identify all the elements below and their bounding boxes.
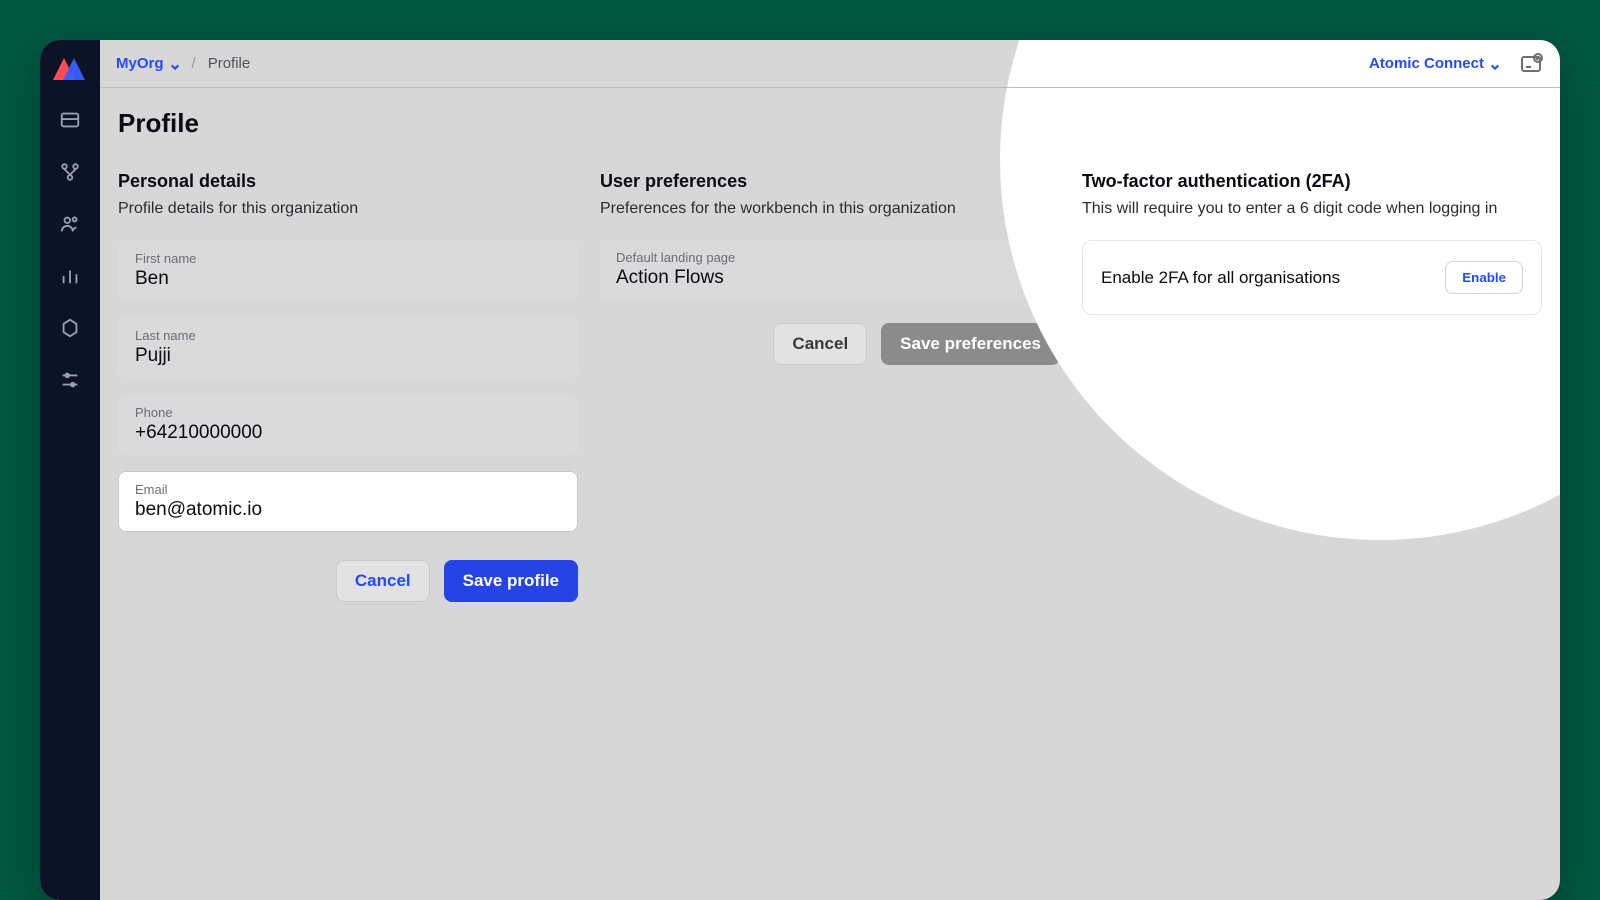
personal-details-subheading: Profile details for this organization	[118, 200, 578, 218]
field-label: Default landing page	[616, 250, 1016, 265]
analytics-icon[interactable]	[58, 264, 82, 288]
save-profile-button[interactable]: Save profile	[444, 560, 578, 602]
field-value: ben@atomic.io	[135, 497, 561, 521]
field-value: Ben	[135, 266, 561, 290]
page-title: Profile	[100, 108, 1560, 153]
personal-details-heading: Personal details	[118, 171, 578, 192]
people-icon[interactable]	[58, 212, 82, 236]
nav-rail	[40, 40, 100, 900]
chevron-down-icon	[1490, 59, 1500, 69]
field-value: Pujji	[135, 343, 561, 367]
cancel-profile-button[interactable]: Cancel	[336, 560, 430, 602]
breadcrumb-separator: /	[192, 55, 196, 72]
org-picker-label: MyOrg	[116, 55, 164, 72]
breadcrumb-page: Profile	[208, 55, 251, 72]
field-label: Email	[135, 482, 561, 497]
two-factor-auth-section: Two-factor authentication (2FA) This wil…	[1082, 171, 1542, 602]
org-picker[interactable]: MyOrg	[116, 55, 180, 72]
last-name-field[interactable]: Last name Pujji	[118, 317, 578, 378]
email-field[interactable]: Email ben@atomic.io	[118, 471, 578, 532]
cards-icon[interactable]	[58, 108, 82, 132]
field-label: Last name	[135, 328, 561, 343]
environment-picker[interactable]: Atomic Connect	[1369, 55, 1500, 72]
cancel-preferences-button[interactable]: Cancel	[773, 323, 867, 365]
field-label: Phone	[135, 405, 561, 420]
user-preferences-subheading: Preferences for the workbench in this or…	[600, 200, 1060, 218]
tasks-tray-icon[interactable]	[1518, 51, 1544, 77]
user-preferences-heading: User preferences	[600, 171, 1060, 192]
tfa-card-label: Enable 2FA for all organisations	[1101, 268, 1340, 288]
chevron-down-icon	[170, 59, 180, 69]
enable-2fa-button[interactable]: Enable	[1445, 261, 1523, 294]
tfa-subheading: This will require you to enter a 6 digit…	[1082, 200, 1542, 218]
app-window: MyOrg / Profile Atomic Connect	[40, 40, 1560, 900]
phone-field[interactable]: Phone +64210000000	[118, 394, 578, 455]
default-landing-page-select[interactable]: Default landing page Action Flows	[600, 240, 1060, 299]
field-label: First name	[135, 251, 561, 266]
save-preferences-button[interactable]: Save preferences	[881, 323, 1060, 365]
field-value: +64210000000	[135, 420, 561, 444]
flows-icon[interactable]	[58, 160, 82, 184]
user-preferences-section: User preferences Preferences for the wor…	[600, 171, 1060, 602]
tfa-card: Enable 2FA for all organisations Enable	[1082, 240, 1542, 315]
page-body: Profile Personal details Profile details…	[100, 88, 1560, 900]
personal-details-section: Personal details Profile details for thi…	[118, 171, 578, 602]
settings-icon[interactable]	[58, 316, 82, 340]
content-area: MyOrg / Profile Atomic Connect	[100, 40, 1560, 900]
field-value: Action Flows	[616, 265, 1016, 289]
chevron-down-icon	[1028, 261, 1046, 279]
topbar: MyOrg / Profile Atomic Connect	[100, 40, 1560, 88]
environment-picker-label: Atomic Connect	[1369, 55, 1484, 72]
first-name-field[interactable]: First name Ben	[118, 240, 578, 301]
sliders-icon[interactable]	[58, 368, 82, 392]
breadcrumb: MyOrg / Profile	[116, 55, 250, 72]
brand-logo-icon	[56, 58, 84, 80]
tfa-heading: Two-factor authentication (2FA)	[1082, 171, 1542, 192]
